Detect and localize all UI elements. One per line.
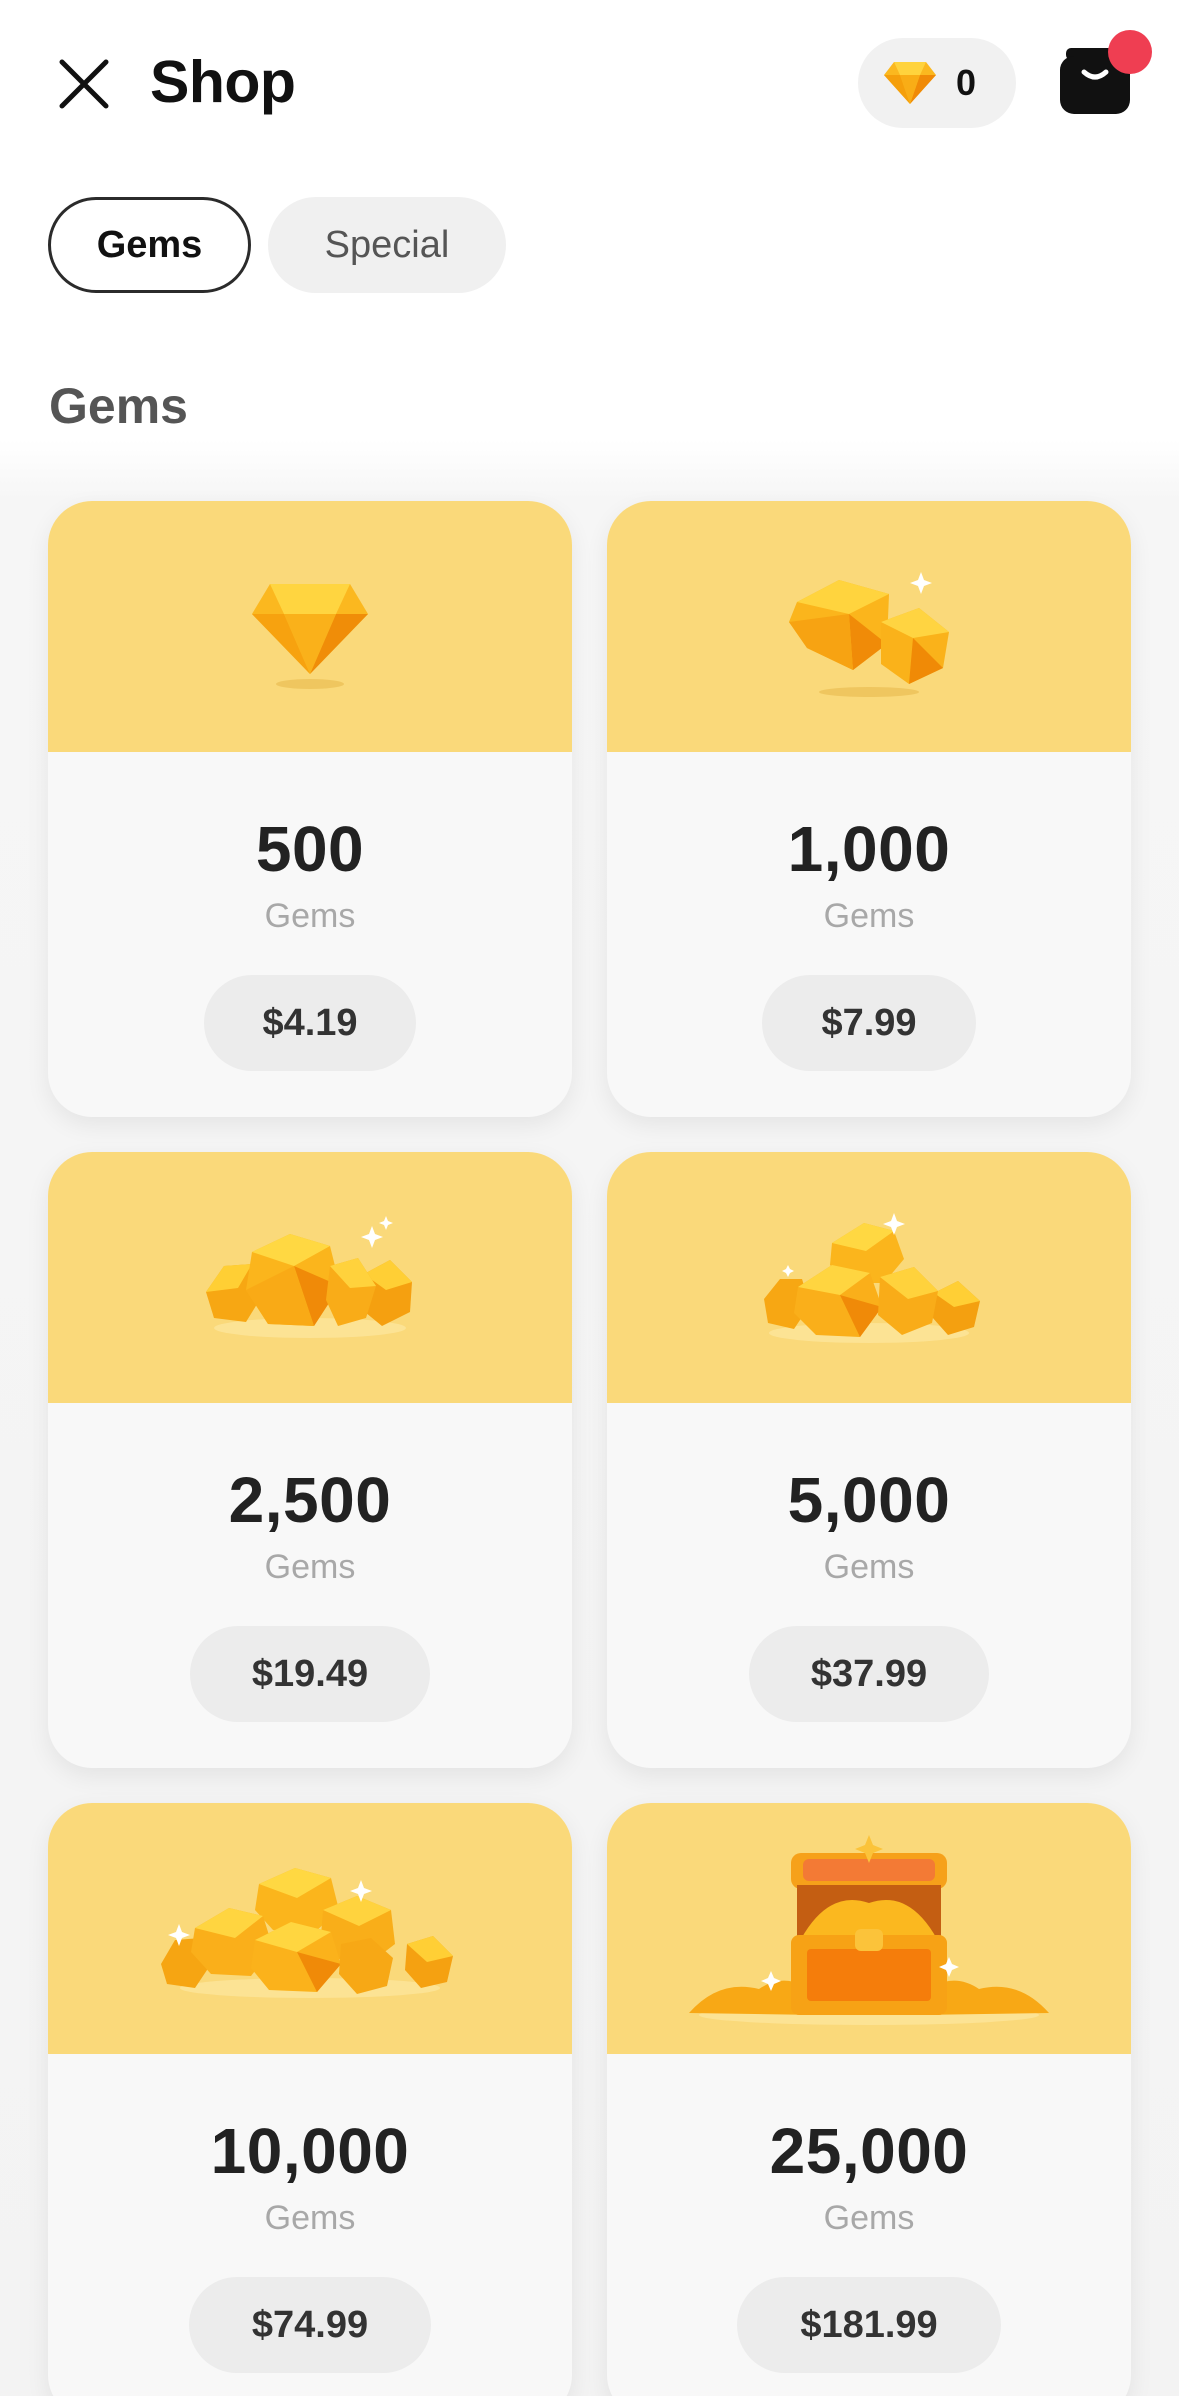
pack-art	[48, 1152, 572, 1403]
treasure-chest-icon	[689, 1834, 1049, 2025]
close-button[interactable]	[46, 46, 122, 122]
pack-unit: Gems	[264, 2199, 356, 2237]
gem-cluster-icon	[764, 1212, 980, 1343]
pack-unit: Gems	[264, 897, 356, 935]
pack-unit: Gems	[264, 1548, 356, 1586]
pack-art	[607, 1803, 1131, 2054]
section-title: Gems	[49, 378, 188, 434]
gem-pack-card-1000[interactable]: 1,000 Gems $7.99	[607, 501, 1131, 1117]
pack-amount: 1,000	[787, 813, 951, 885]
gem-cluster-icon	[206, 1215, 412, 1338]
pack-amount: 2,500	[228, 1464, 392, 1536]
price-button[interactable]: $4.19	[204, 975, 416, 1071]
pack-unit: Gems	[823, 897, 915, 935]
pack-amount: 25,000	[769, 2115, 969, 2187]
gem-icon	[884, 62, 936, 104]
pack-amount: 5,000	[787, 1464, 951, 1536]
gem-pack-card-25000[interactable]: 25,000 Gems $181.99	[607, 1803, 1131, 2396]
gem-pack-card-2500[interactable]: 2,500 Gems $19.49	[48, 1152, 572, 1768]
gem-pack-card-10000[interactable]: 10,000 Gems $74.99	[48, 1803, 572, 2396]
gem-count: 0	[956, 62, 977, 103]
header: Shop 0	[0, 0, 1179, 170]
price-button[interactable]: $7.99	[762, 975, 976, 1071]
page-title: Shop	[150, 49, 296, 115]
gem-pile-icon	[161, 1867, 453, 1998]
pack-art	[48, 501, 572, 752]
gem-pack-card-500[interactable]: 500 Gems $4.19	[48, 501, 572, 1117]
tab-special[interactable]: Special	[268, 197, 506, 293]
price-button[interactable]: $37.99	[749, 1626, 989, 1722]
pack-amount: 10,000	[210, 2115, 410, 2187]
pack-art	[607, 1152, 1131, 1403]
pack-unit: Gems	[823, 2199, 915, 2237]
tab-gems[interactable]: Gems	[48, 197, 251, 293]
price-button[interactable]: $181.99	[737, 2277, 1001, 2373]
notification-dot	[1108, 30, 1152, 74]
pack-unit: Gems	[823, 1548, 915, 1586]
pack-art	[48, 1803, 572, 2054]
pack-art	[607, 501, 1131, 752]
pack-amount: 500	[255, 813, 365, 885]
gem-pack-card-5000[interactable]: 5,000 Gems $37.99	[607, 1152, 1131, 1768]
gem-balance[interactable]: 0	[858, 38, 1016, 128]
shop-screen: Shop 0 Gems Special Gems 500 Gems $4.19 …	[0, 0, 1179, 2396]
two-gems-icon	[789, 571, 949, 697]
price-button[interactable]: $19.49	[190, 1626, 430, 1722]
close-icon	[59, 59, 109, 109]
gem-icon	[252, 583, 368, 689]
price-button[interactable]: $74.99	[189, 2277, 431, 2373]
